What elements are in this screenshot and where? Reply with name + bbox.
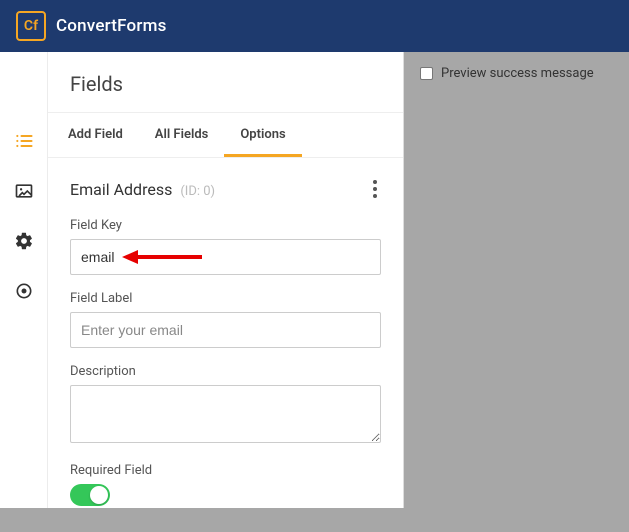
main-area: Fields Add Field All Fields Options Emai… [0, 52, 629, 508]
description-group: Description [70, 364, 381, 447]
sidebar-vertical-tabs [0, 52, 47, 508]
tab-options[interactable]: Options [224, 113, 301, 157]
required-field-label: Required Field [70, 463, 381, 478]
section-header: Email Address (ID: 0) [70, 176, 381, 202]
target-icon[interactable] [13, 280, 35, 302]
field-type-name: Email Address [70, 180, 172, 199]
tab-add-field[interactable]: Add Field [52, 113, 139, 157]
description-label: Description [70, 364, 381, 379]
field-id-hint: (ID: 0) [180, 184, 215, 199]
field-label-label: Field Label [70, 291, 381, 306]
field-label-group: Field Label [70, 291, 381, 348]
options-section: Email Address (ID: 0) Field Key Field La… [48, 158, 403, 532]
list-icon[interactable] [13, 130, 35, 152]
description-input[interactable] [70, 385, 381, 443]
brand-name: ConvertForms [56, 16, 167, 36]
top-bar: Cf ConvertForms [0, 0, 629, 52]
field-key-group: Field Key [70, 218, 381, 275]
tab-all-fields[interactable]: All Fields [139, 113, 225, 157]
field-key-label: Field Key [70, 218, 381, 233]
gear-icon[interactable] [13, 230, 35, 252]
preview-success-label: Preview success message [441, 66, 594, 81]
preview-area: Preview success message [404, 52, 629, 508]
panel-tabs: Add Field All Fields Options [48, 112, 403, 158]
fields-panel: Fields Add Field All Fields Options Emai… [47, 52, 404, 508]
required-field-toggle[interactable] [70, 484, 110, 506]
logo-badge: Cf [16, 11, 46, 41]
preview-success-checkbox[interactable] [420, 67, 433, 80]
section-title: Email Address (ID: 0) [70, 180, 215, 199]
field-key-input[interactable] [70, 239, 381, 275]
field-label-input[interactable] [70, 312, 381, 348]
kebab-menu-icon[interactable] [369, 176, 381, 202]
panel-title: Fields [48, 52, 403, 112]
required-field-group: Required Field [70, 463, 381, 506]
image-icon[interactable] [13, 180, 35, 202]
preview-checkbox-row: Preview success message [420, 66, 613, 81]
